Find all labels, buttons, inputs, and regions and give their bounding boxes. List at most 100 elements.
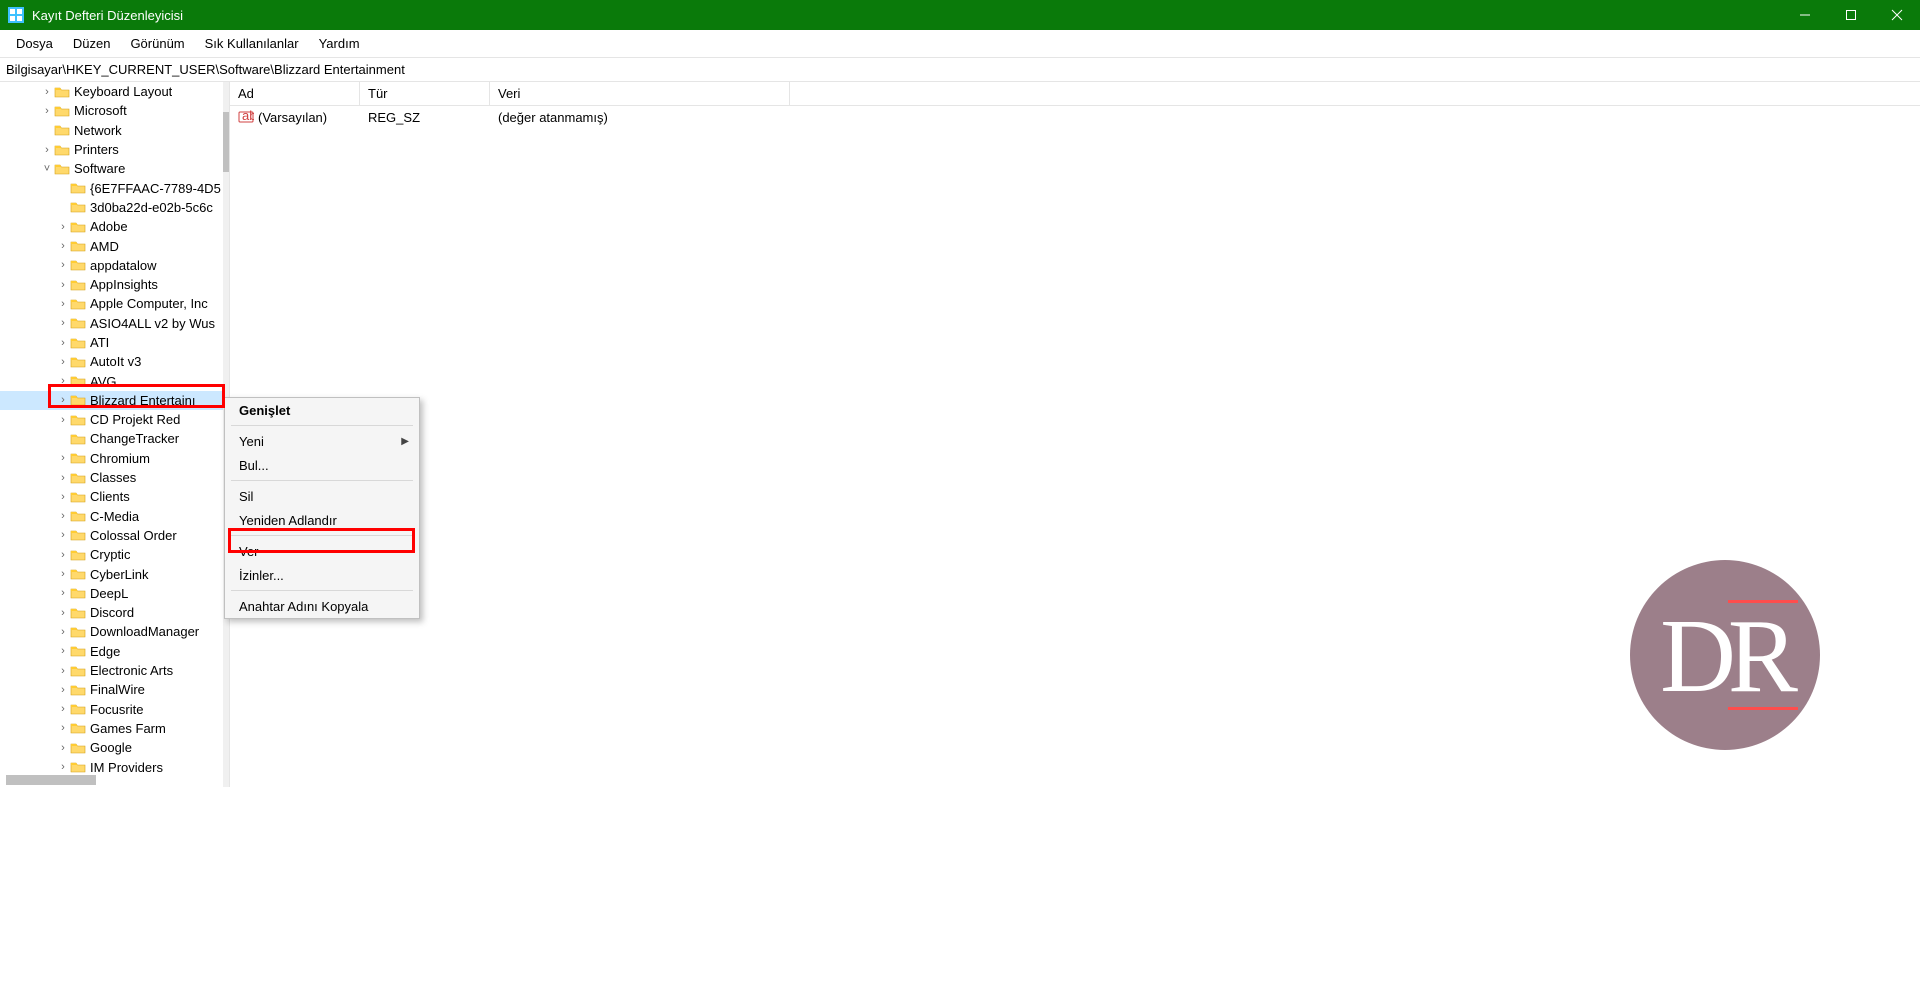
tree-pane[interactable]: ›Keyboard Layout›Microsoft·Network›Print… (0, 82, 230, 787)
tree-horizontal-scrollbar[interactable] (6, 775, 96, 785)
ctx-new[interactable]: Yeni▶ (225, 429, 419, 453)
menu-help[interactable]: Yardım (309, 32, 370, 55)
tree-item[interactable]: ›AMD (0, 236, 223, 255)
expand-icon[interactable]: › (40, 86, 54, 98)
tree-item[interactable]: ›AppInsights (0, 275, 223, 294)
collapse-icon[interactable]: ˅ (40, 163, 54, 175)
tree-item[interactable]: ›CD Projekt Red (0, 410, 223, 429)
tree-item[interactable]: ›Adobe (0, 217, 223, 236)
folder-icon (70, 278, 86, 292)
expand-icon[interactable]: › (56, 317, 70, 329)
ctx-copy-key-name[interactable]: Anahtar Adını Kopyala (225, 594, 419, 618)
tree-item[interactable]: ›Focusrite (0, 700, 223, 719)
expand-icon[interactable]: › (56, 549, 70, 561)
tree-item[interactable]: ˅Software (0, 159, 223, 178)
folder-icon (70, 606, 86, 620)
menu-favorites[interactable]: Sık Kullanılanlar (195, 32, 309, 55)
expand-icon[interactable]: › (56, 356, 70, 368)
tree-item[interactable]: ›Electronic Arts (0, 661, 223, 680)
tree-item[interactable]: ›Edge (0, 642, 223, 661)
tree-item[interactable]: ›Cryptic (0, 545, 223, 564)
expand-icon[interactable]: · (40, 124, 54, 136)
tree-item[interactable]: ›FinalWire (0, 680, 223, 699)
tree-item[interactable]: ›ATI (0, 333, 223, 352)
expand-icon[interactable]: › (56, 626, 70, 638)
ctx-expand[interactable]: Genişlet (225, 398, 419, 422)
menu-file[interactable]: Dosya (6, 32, 63, 55)
tree-item[interactable]: ›Apple Computer, Inc (0, 294, 223, 313)
tree-item[interactable]: ›Discord (0, 603, 223, 622)
tree-item[interactable]: ›Microsoft (0, 101, 223, 120)
close-button[interactable] (1874, 0, 1920, 30)
expand-icon[interactable]: › (56, 568, 70, 580)
expand-icon[interactable]: · (56, 182, 70, 194)
tree-item[interactable]: · 3d0ba22d-e02b-5c6c (0, 198, 223, 217)
expand-icon[interactable]: › (56, 259, 70, 271)
ctx-permissions[interactable]: İzinler... (225, 563, 419, 587)
tree-item[interactable]: ›C-Media (0, 507, 223, 526)
expand-icon[interactable]: › (56, 742, 70, 754)
column-data[interactable]: Veri (490, 82, 790, 105)
ctx-find[interactable]: Bul... (225, 453, 419, 477)
menu-view[interactable]: Görünüm (120, 32, 194, 55)
tree-item[interactable]: ›Colossal Order (0, 526, 223, 545)
tree-item[interactable]: ›Keyboard Layout (0, 82, 223, 101)
expand-icon[interactable]: › (56, 491, 70, 503)
folder-icon (70, 664, 86, 678)
tree-item[interactable]: ›DeepL (0, 584, 223, 603)
tree-item[interactable]: ›Blizzard Entertainı (0, 391, 223, 410)
value-row[interactable]: ab (Varsayılan) REG_SZ (değer atanmamış) (230, 106, 1920, 128)
minimize-button[interactable] (1782, 0, 1828, 30)
tree-item[interactable]: ·Network (0, 121, 223, 140)
expand-icon[interactable]: › (56, 761, 70, 773)
expand-icon[interactable]: › (56, 298, 70, 310)
expand-icon[interactable]: › (56, 240, 70, 252)
expand-icon[interactable]: · (56, 201, 70, 213)
expand-icon[interactable]: › (56, 607, 70, 619)
tree-item[interactable]: ›Google (0, 738, 223, 757)
expand-icon[interactable]: · (56, 433, 70, 445)
column-type[interactable]: Tür (360, 82, 490, 105)
tree-scrollbar-thumb[interactable] (223, 112, 229, 172)
tree-item[interactable]: ›Chromium (0, 449, 223, 468)
tree-item[interactable]: ›AutoIt v3 (0, 352, 223, 371)
tree-item[interactable]: ·ChangeTracker (0, 429, 223, 448)
ctx-rename[interactable]: Yeniden Adlandır (225, 508, 419, 532)
tree-item[interactable]: ›CyberLink (0, 564, 223, 583)
column-name[interactable]: Ad (230, 82, 360, 105)
expand-icon[interactable]: › (56, 279, 70, 291)
tree-item-label: 3d0ba22d-e02b-5c6c (90, 200, 213, 215)
expand-icon[interactable]: › (56, 337, 70, 349)
address-bar[interactable]: Bilgisayar\HKEY_CURRENT_USER\Software\Bl… (0, 58, 1920, 82)
tree-item[interactable]: ›DownloadManager (0, 622, 223, 641)
tree-item[interactable]: ›appdatalow (0, 256, 223, 275)
tree-item[interactable]: ·{6E7FFAAC-7789-4D5 (0, 178, 223, 197)
expand-icon[interactable]: › (56, 684, 70, 696)
expand-icon[interactable]: › (40, 105, 54, 117)
expand-icon[interactable]: › (56, 510, 70, 522)
maximize-button[interactable] (1828, 0, 1874, 30)
expand-icon[interactable]: › (56, 394, 70, 406)
tree-item[interactable]: ›Printers (0, 140, 223, 159)
expand-icon[interactable]: › (56, 587, 70, 599)
tree-item[interactable]: ›Clients (0, 487, 223, 506)
ctx-export[interactable]: Ver (225, 539, 419, 563)
tree-item[interactable]: ›IM Providers (0, 757, 223, 776)
expand-icon[interactable]: › (56, 221, 70, 233)
tree-item[interactable]: ›Classes (0, 468, 223, 487)
expand-icon[interactable]: › (56, 529, 70, 541)
expand-icon[interactable]: › (56, 665, 70, 677)
expand-icon[interactable]: › (40, 144, 54, 156)
expand-icon[interactable]: › (56, 472, 70, 484)
expand-icon[interactable]: › (56, 645, 70, 657)
expand-icon[interactable]: › (56, 414, 70, 426)
expand-icon[interactable]: › (56, 703, 70, 715)
tree-item[interactable]: ›ASIO4ALL v2 by Wus (0, 314, 223, 333)
ctx-delete[interactable]: Sil (225, 484, 419, 508)
expand-icon[interactable]: › (56, 452, 70, 464)
tree-item[interactable]: ›AVG (0, 371, 223, 390)
expand-icon[interactable]: › (56, 375, 70, 387)
expand-icon[interactable]: › (56, 722, 70, 734)
menu-edit[interactable]: Düzen (63, 32, 121, 55)
tree-item[interactable]: ›Games Farm (0, 719, 223, 738)
